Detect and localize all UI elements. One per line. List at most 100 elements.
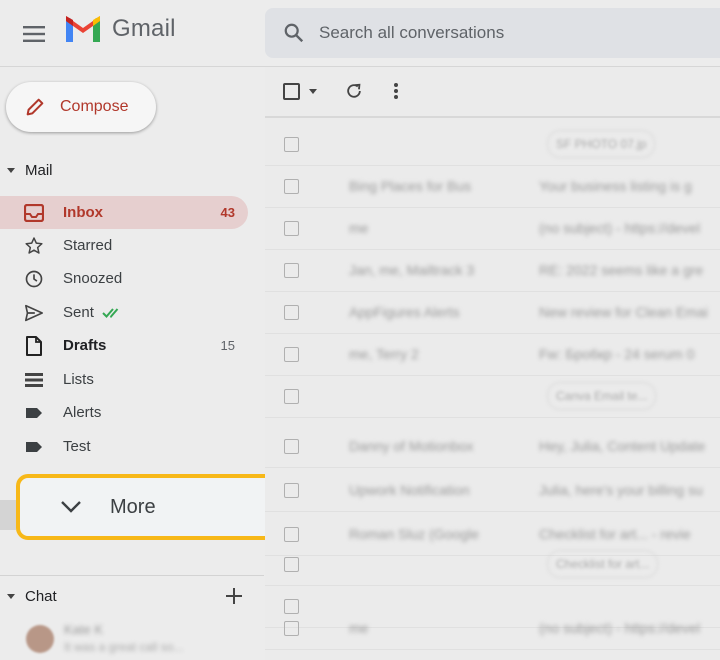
double-check-icon bbox=[102, 307, 119, 318]
email-checkbox[interactable] bbox=[284, 221, 299, 236]
attachment-chip[interactable]: Canva Email te... bbox=[547, 382, 657, 410]
sent-label: Sent bbox=[63, 304, 94, 321]
email-checkbox[interactable] bbox=[284, 557, 299, 572]
email-checkbox[interactable] bbox=[284, 305, 299, 320]
sidebar-item-drafts[interactable]: Drafts 15 bbox=[0, 329, 248, 362]
chat-section-label: Chat bbox=[25, 588, 57, 605]
chat-contact-name: Kate K bbox=[64, 622, 104, 637]
chat-contact[interactable]: Kate K It was a great call so... bbox=[24, 622, 264, 658]
email-row[interactable]: Canva Email te... bbox=[265, 376, 720, 418]
clock-icon bbox=[23, 268, 45, 290]
email-sender: me bbox=[349, 220, 369, 236]
hamburger-icon bbox=[23, 26, 45, 42]
email-subject: (no subject) - https://devel bbox=[539, 620, 701, 636]
sidebar-item-snoozed[interactable]: Snoozed bbox=[0, 262, 248, 295]
drafts-count: 15 bbox=[220, 338, 235, 353]
email-row[interactable]: Danny of Motionbox Hey, Julia, Content Up… bbox=[265, 426, 720, 468]
sidebar-item-starred[interactable]: Starred bbox=[0, 229, 248, 262]
email-row[interactable]: Checklist for art... bbox=[265, 544, 720, 586]
email-row[interactable]: me (no subject) - https://devel bbox=[265, 208, 720, 250]
select-all-dropdown[interactable] bbox=[283, 83, 317, 100]
compose-label: Compose bbox=[60, 98, 129, 115]
inbox-count: 43 bbox=[220, 205, 235, 220]
email-checkbox[interactable] bbox=[284, 439, 299, 454]
alerts-label: Alerts bbox=[63, 404, 102, 421]
select-dropdown-caret-icon bbox=[309, 89, 317, 94]
collapse-caret-icon bbox=[7, 594, 15, 599]
app-name: Gmail bbox=[112, 15, 176, 42]
search-bar[interactable]: Search all conversations bbox=[265, 8, 720, 58]
pencil-icon bbox=[26, 98, 44, 116]
email-row[interactable]: Bing Places for Bus Your business listing… bbox=[265, 166, 720, 208]
search-icon bbox=[284, 23, 304, 43]
label-tag-icon bbox=[23, 436, 45, 458]
drafts-label: Drafts bbox=[63, 337, 107, 354]
chat-section-header[interactable]: Chat bbox=[7, 588, 57, 605]
email-row[interactable]: SF PHOTO 07.jp bbox=[265, 124, 720, 166]
collapse-caret-icon bbox=[7, 168, 15, 173]
sidebar-item-test[interactable]: Test bbox=[0, 430, 248, 463]
sidebar-item-lists[interactable]: Lists bbox=[0, 363, 248, 396]
email-checkbox[interactable] bbox=[284, 483, 299, 498]
gmail-m-icon bbox=[66, 16, 100, 42]
compose-button[interactable]: Compose bbox=[6, 82, 156, 132]
email-sender: Danny of Motionbox bbox=[349, 438, 474, 454]
refresh-icon bbox=[347, 83, 361, 98]
label-tag-icon bbox=[23, 402, 45, 424]
email-checkbox[interactable] bbox=[284, 179, 299, 194]
email-row[interactable]: Jan, me, Mailtrack 3 RE: 2022 seems like … bbox=[265, 250, 720, 292]
more-row-background bbox=[0, 500, 16, 530]
attachment-chip[interactable]: SF PHOTO 07.jp bbox=[547, 130, 656, 158]
toolbar-divider bbox=[265, 116, 720, 118]
email-sender: Jan, me, Mailtrack 3 bbox=[349, 262, 475, 278]
email-subject: Julia, here's your billing su bbox=[539, 482, 703, 498]
mail-section-header[interactable]: Mail bbox=[7, 162, 53, 179]
sidebar-item-alerts[interactable]: Alerts bbox=[0, 396, 248, 429]
email-checkbox[interactable] bbox=[284, 137, 299, 152]
inbox-icon bbox=[23, 202, 45, 224]
email-subject: New review for Clean Emai bbox=[539, 304, 708, 320]
plus-icon bbox=[226, 588, 242, 604]
draft-file-icon bbox=[23, 335, 45, 357]
email-checkbox[interactable] bbox=[284, 263, 299, 278]
inbox-label: Inbox bbox=[63, 204, 103, 221]
send-icon bbox=[23, 302, 45, 324]
mail-section-label: Mail bbox=[25, 162, 53, 179]
star-icon bbox=[23, 235, 45, 257]
email-subject: Fw: Бpo6кр - 24 serum 0 bbox=[539, 346, 695, 362]
chat-contact-preview: It was a great call so... bbox=[64, 640, 184, 654]
email-checkbox[interactable] bbox=[284, 347, 299, 362]
email-checkbox[interactable] bbox=[284, 389, 299, 404]
email-row[interactable]: me, Terry 2 Fw: Бpo6кр - 24 serum 0 bbox=[265, 334, 720, 376]
email-subject: Hey, Julia, Content Update bbox=[539, 438, 706, 454]
email-checkbox[interactable] bbox=[284, 621, 299, 636]
select-all-checkbox[interactable] bbox=[283, 83, 300, 100]
email-subject: (no subject) - https://devel bbox=[539, 220, 701, 236]
test-label: Test bbox=[63, 438, 91, 455]
sidebar-item-sent[interactable]: Sent bbox=[0, 296, 248, 329]
avatar bbox=[26, 625, 54, 653]
email-subject: Checklist for art... - revie bbox=[539, 526, 691, 542]
list-icon bbox=[23, 369, 45, 391]
search-input[interactable]: Search all conversations bbox=[319, 23, 504, 43]
main-menu-button[interactable] bbox=[18, 18, 50, 50]
refresh-button[interactable] bbox=[344, 81, 364, 106]
email-sender: Upwork Notification bbox=[349, 482, 470, 498]
attachment-chip[interactable]: Checklist for art... bbox=[547, 550, 659, 578]
email-checkbox[interactable] bbox=[284, 527, 299, 542]
chat-divider bbox=[0, 575, 264, 576]
email-row[interactable]: AppFigures Alerts New review for Clean Em… bbox=[265, 292, 720, 334]
email-sender: me, Terry 2 bbox=[349, 346, 419, 362]
lists-label: Lists bbox=[63, 371, 94, 388]
gmail-logo[interactable]: Gmail bbox=[64, 14, 176, 44]
email-subject: RE: 2022 seems like a gre bbox=[539, 262, 704, 278]
email-subject: Your business listing is g bbox=[539, 178, 692, 194]
email-row[interactable]: Upwork Notification Julia, here's your bi… bbox=[265, 470, 720, 512]
more-actions-button[interactable] bbox=[390, 81, 402, 101]
more-label: More bbox=[110, 495, 156, 518]
new-chat-button[interactable] bbox=[224, 586, 244, 611]
email-sender: me bbox=[349, 620, 369, 636]
sidebar-item-inbox[interactable]: Inbox 43 bbox=[0, 196, 248, 229]
email-sender: AppFigures Alerts bbox=[349, 304, 460, 320]
email-row[interactable]: me (no subject) - https://devel bbox=[265, 608, 720, 650]
